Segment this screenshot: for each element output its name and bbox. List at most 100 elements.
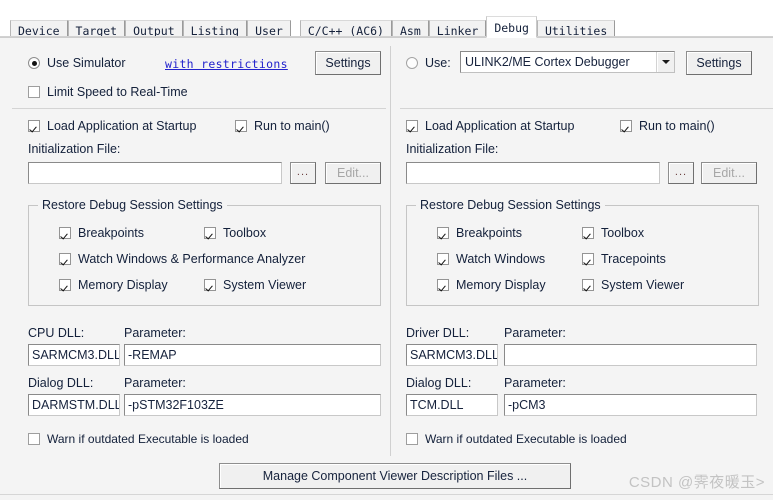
- warn-outdated-checkbox-right[interactable]: [406, 433, 418, 445]
- restore-toolbox-checkbox-left[interactable]: [204, 227, 216, 239]
- tab-target[interactable]: Target: [67, 20, 126, 38]
- restore-watch-windows-row-left[interactable]: Watch Windows & Performance Analyzer: [59, 252, 305, 266]
- restore-watch-windows-checkbox-right[interactable]: [437, 253, 449, 265]
- tab-utilities[interactable]: Utilities: [536, 20, 616, 38]
- limit-speed-row[interactable]: Limit Speed to Real-Time: [28, 85, 188, 99]
- dialog-dll-input-right[interactable]: TCM.DLL: [406, 394, 498, 416]
- chevron-down-icon[interactable]: [656, 52, 674, 72]
- simulator-settings-button[interactable]: Settings: [315, 51, 381, 75]
- restore-system-viewer-label-left: System Viewer: [223, 278, 307, 292]
- run-to-main-row-right[interactable]: Run to main(): [620, 119, 715, 133]
- init-file-label-right: Initialization File:: [406, 142, 499, 156]
- load-app-startup-row-right[interactable]: Load Application at Startup: [406, 119, 574, 133]
- load-app-startup-label-left: Load Application at Startup: [47, 119, 197, 133]
- restore-watch-windows-checkbox-left[interactable]: [59, 253, 71, 265]
- restore-system-viewer-row-left[interactable]: System Viewer: [204, 278, 306, 292]
- cpu-dll-input[interactable]: SARMCM3.DLL: [28, 344, 120, 366]
- restore-toolbox-row-right[interactable]: Toolbox: [582, 226, 644, 240]
- use-debugger-row[interactable]: Use:: [406, 56, 451, 70]
- init-file-browse-button-right[interactable]: ...: [668, 162, 694, 184]
- csdn-watermark: CSDN @霁夜暖玉>: [628, 474, 765, 491]
- restore-watch-windows-row-right[interactable]: Watch Windows: [437, 252, 545, 266]
- restore-breakpoints-label-right: Breakpoints: [456, 226, 523, 240]
- run-to-main-checkbox-right[interactable]: [620, 120, 632, 132]
- tab-listing[interactable]: Listing: [182, 20, 248, 38]
- init-file-input-right[interactable]: [406, 162, 660, 184]
- restore-system-viewer-row-right[interactable]: System Viewer: [582, 278, 684, 292]
- manage-component-viewer-button[interactable]: Manage Component Viewer Description File…: [219, 463, 571, 489]
- with-restrictions-link-row[interactable]: with restrictions: [165, 57, 288, 71]
- init-file-edit-button-left: Edit...: [325, 162, 381, 184]
- restore-memory-display-checkbox-left[interactable]: [59, 279, 71, 291]
- use-debugger-radio[interactable]: [406, 57, 418, 69]
- use-debugger-label: Use:: [425, 56, 451, 70]
- warn-outdated-checkbox-left[interactable]: [28, 433, 40, 445]
- init-file-edit-button-right: Edit...: [701, 162, 757, 184]
- debugger-settings-button[interactable]: Settings: [686, 51, 752, 75]
- cpu-parameter-input[interactable]: -REMAP: [124, 344, 381, 366]
- warn-outdated-label-left: Warn if outdated Executable is loaded: [47, 432, 249, 446]
- tab-asm[interactable]: Asm: [391, 20, 429, 38]
- load-app-startup-row-left[interactable]: Load Application at Startup: [28, 119, 196, 133]
- restore-memory-display-row-left[interactable]: Memory Display: [59, 278, 168, 292]
- init-file-label-left: Initialization File:: [28, 142, 121, 156]
- debugger-select[interactable]: ULINK2/ME Cortex Debugger: [460, 51, 675, 73]
- restore-toolbox-label-left: Toolbox: [223, 226, 267, 240]
- cpu-dll-label-row: CPU DLL:: [28, 326, 84, 340]
- dialog-parameter-label-left: Parameter:: [124, 376, 186, 390]
- restore-breakpoints-checkbox-left[interactable]: [59, 227, 71, 239]
- restore-memory-display-checkbox-right[interactable]: [437, 279, 449, 291]
- tab-output[interactable]: Output: [125, 20, 183, 38]
- cpu-dll-label: CPU DLL:: [28, 326, 85, 340]
- use-simulator-row[interactable]: Use Simulator: [28, 56, 126, 70]
- warn-outdated-row-left[interactable]: Warn if outdated Executable is loaded: [28, 432, 249, 446]
- tab-strip: Device Target Output Listing User C/C++ (AC6)…: [0, 0, 773, 38]
- restore-breakpoints-checkbox-right[interactable]: [437, 227, 449, 239]
- restore-system-viewer-checkbox-right[interactable]: [582, 279, 594, 291]
- load-app-startup-checkbox-right[interactable]: [406, 120, 418, 132]
- dialog-parameter-input-left[interactable]: -pSTM32F103ZE: [124, 394, 381, 416]
- restore-breakpoints-row-left[interactable]: Breakpoints: [59, 226, 144, 240]
- use-simulator-radio[interactable]: [28, 57, 40, 69]
- tab-c-c-ac6[interactable]: C/C++ (AC6): [299, 20, 392, 38]
- restore-tracepoints-row-right[interactable]: Tracepoints: [582, 252, 666, 266]
- run-to-main-row-left[interactable]: Run to main(): [235, 119, 330, 133]
- tab-device[interactable]: Device: [10, 20, 68, 38]
- dialog-dll-label-left: Dialog DLL:: [28, 376, 94, 390]
- restore-breakpoints-row-right[interactable]: Breakpoints: [437, 226, 522, 240]
- load-app-startup-label-right: Load Application at Startup: [425, 119, 575, 133]
- init-file-label-row-right: Initialization File:: [406, 142, 498, 156]
- driver-dll-label: Driver DLL:: [406, 326, 470, 340]
- restore-breakpoints-label-left: Breakpoints: [78, 226, 145, 240]
- limit-speed-checkbox[interactable]: [28, 86, 40, 98]
- debug-settings-panel: Use Simulator with restrictions Settings…: [0, 37, 773, 500]
- driver-parameter-label: Parameter:: [504, 326, 566, 340]
- tab-linker[interactable]: Linker: [428, 20, 487, 38]
- init-file-browse-button-left[interactable]: ...: [290, 162, 316, 184]
- dialog-dll-input-left[interactable]: DARMSTM.DLL: [28, 394, 120, 416]
- tab-debug[interactable]: Debug: [486, 16, 537, 38]
- dialog-parameter-input-right[interactable]: -pCM3: [504, 394, 757, 416]
- with-restrictions-link[interactable]: with restrictions: [165, 57, 288, 71]
- tab-user[interactable]: User: [247, 20, 291, 38]
- driver-parameter-input[interactable]: [504, 344, 757, 366]
- restore-tracepoints-checkbox-right[interactable]: [582, 253, 594, 265]
- driver-dll-input[interactable]: SARMCM3.DLL: [406, 344, 498, 366]
- init-file-input-left[interactable]: [28, 162, 282, 184]
- restore-toolbox-checkbox-right[interactable]: [582, 227, 594, 239]
- dialog-parameter-label-row-right: Parameter:: [504, 376, 566, 390]
- footer-divider: [0, 494, 773, 495]
- dialog-dll-label-right: Dialog DLL:: [406, 376, 472, 390]
- cpu-parameter-label-row: Parameter:: [124, 326, 186, 340]
- run-to-main-checkbox-left[interactable]: [235, 120, 247, 132]
- restore-system-viewer-checkbox-left[interactable]: [204, 279, 216, 291]
- restore-toolbox-row-left[interactable]: Toolbox: [204, 226, 266, 240]
- restore-memory-display-row-right[interactable]: Memory Display: [437, 278, 546, 292]
- debugger-panel: Use: ULINK2/ME Cortex Debugger Settings …: [398, 38, 773, 458]
- driver-parameter-label-row: Parameter:: [504, 326, 566, 340]
- run-to-main-label-right: Run to main(): [639, 119, 715, 133]
- restore-toolbox-label-right: Toolbox: [601, 226, 645, 240]
- load-app-startup-checkbox-left[interactable]: [28, 120, 40, 132]
- warn-outdated-row-right[interactable]: Warn if outdated Executable is loaded: [406, 432, 627, 446]
- run-to-main-label-left: Run to main(): [254, 119, 330, 133]
